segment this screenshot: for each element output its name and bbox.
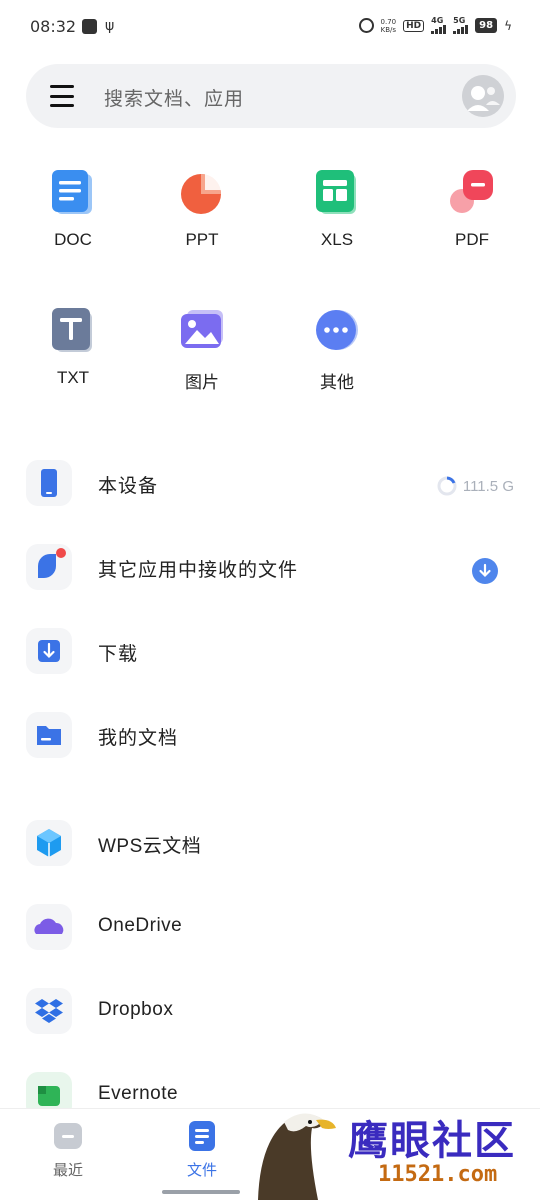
list-item-label: 本设备 bbox=[98, 475, 159, 497]
search-bar[interactable]: 搜索文档、应用 bbox=[26, 64, 516, 128]
file-type-txt[interactable]: TXT bbox=[23, 306, 123, 388]
txt-icon bbox=[48, 306, 98, 356]
file-type-label: PPT bbox=[185, 230, 219, 249]
avatar[interactable] bbox=[462, 75, 504, 117]
list-item-wps-cloud[interactable]: WPS云文档 bbox=[0, 812, 540, 882]
file-type-label: 图片 bbox=[185, 373, 219, 392]
wps-cloud-icon bbox=[26, 820, 72, 866]
file-type-xls[interactable]: XLS bbox=[287, 168, 387, 250]
list-item-label: Dropbox bbox=[98, 999, 174, 1020]
list-item-label: 我的文档 bbox=[98, 727, 179, 749]
pdf-icon bbox=[447, 168, 497, 218]
tab-label: 文件 bbox=[186, 1161, 217, 1179]
file-type-label: PDF bbox=[455, 230, 489, 249]
ppt-icon bbox=[177, 168, 227, 218]
charging-icon: ϟ bbox=[504, 18, 512, 33]
download-icon bbox=[26, 628, 72, 674]
file-type-doc[interactable]: DOC bbox=[23, 168, 123, 250]
search-placeholder[interactable]: 搜索文档、应用 bbox=[104, 84, 244, 111]
signal-5g-icon: 5G bbox=[453, 17, 469, 34]
file-type-ppt[interactable]: PPT bbox=[152, 168, 252, 250]
file-type-pdf[interactable]: PDF bbox=[422, 168, 522, 250]
list-item-label: WPS云文档 bbox=[98, 836, 202, 857]
file-type-label: 其他 bbox=[320, 373, 354, 392]
tab-label: 最近 bbox=[52, 1161, 83, 1179]
menu-icon[interactable] bbox=[50, 85, 74, 107]
list-item-my-documents[interactable]: 我的文档 bbox=[0, 704, 540, 774]
list-item-label: Evernote bbox=[98, 1083, 179, 1104]
home-indicator[interactable] bbox=[162, 1190, 240, 1194]
watermark: 鹰眼社区 11521.com bbox=[248, 1100, 540, 1200]
list-item-dropbox[interactable]: Dropbox bbox=[0, 980, 540, 1050]
xls-icon bbox=[312, 168, 362, 218]
onedrive-icon bbox=[26, 904, 72, 950]
status-time: 08:32 bbox=[30, 17, 77, 36]
alarm-icon bbox=[358, 18, 374, 33]
app-notification-icon bbox=[82, 19, 97, 34]
storage-value: 111.5 G bbox=[462, 477, 514, 495]
recent-icon bbox=[54, 1121, 82, 1151]
doc-icon bbox=[48, 168, 98, 218]
list-item-received-files[interactable]: 其它应用中接收的文件 bbox=[0, 536, 540, 606]
file-type-image[interactable]: 图片 bbox=[152, 306, 252, 393]
watermark-title: 鹰眼社区 bbox=[348, 1117, 516, 1164]
notification-icons: ψ bbox=[82, 19, 114, 34]
tab-recent[interactable]: 最近 bbox=[28, 1121, 108, 1180]
more-icon bbox=[312, 306, 362, 356]
eagle-logo-icon bbox=[258, 1113, 336, 1200]
list-item-this-device[interactable]: 本设备 111.5 G bbox=[0, 452, 540, 522]
file-type-other[interactable]: 其他 bbox=[287, 306, 387, 393]
file-type-label: XLS bbox=[320, 230, 354, 249]
storage-ring-icon bbox=[437, 476, 457, 496]
file-type-label: DOC bbox=[54, 230, 92, 249]
network-speed: 0.70 KB/s bbox=[380, 17, 397, 34]
watermark-url: 11521.com bbox=[378, 1162, 498, 1187]
list-item-onedrive[interactable]: OneDrive bbox=[0, 896, 540, 966]
signal-4g-icon: 4G bbox=[431, 17, 447, 34]
files-icon bbox=[188, 1121, 216, 1151]
battery-icon: 98 bbox=[475, 18, 498, 33]
folder-icon bbox=[26, 712, 72, 758]
storage-indicator: 111.5 G bbox=[437, 476, 514, 496]
usb-icon: ψ bbox=[105, 18, 115, 34]
image-icon bbox=[177, 306, 227, 356]
file-type-label: TXT bbox=[56, 368, 90, 387]
dropbox-icon bbox=[26, 988, 72, 1034]
list-item-label: OneDrive bbox=[98, 915, 183, 936]
list-item-downloads[interactable]: 下载 bbox=[0, 620, 540, 690]
phone-icon bbox=[26, 460, 72, 506]
system-status-icons: 0.70 KB/s HD 4G 5G 98 ϟ bbox=[358, 17, 512, 34]
status-bar: 08:32 ψ 0.70 KB/s HD 4G 5G 98 ϟ bbox=[0, 0, 540, 56]
received-icon bbox=[26, 544, 72, 590]
hd-voice-icon: HD bbox=[403, 19, 425, 32]
tab-files[interactable]: 文件 bbox=[162, 1121, 242, 1180]
list-item-label: 其它应用中接收的文件 bbox=[98, 559, 299, 581]
list-item-label: 下载 bbox=[98, 643, 139, 665]
download-badge-icon[interactable] bbox=[472, 558, 498, 584]
